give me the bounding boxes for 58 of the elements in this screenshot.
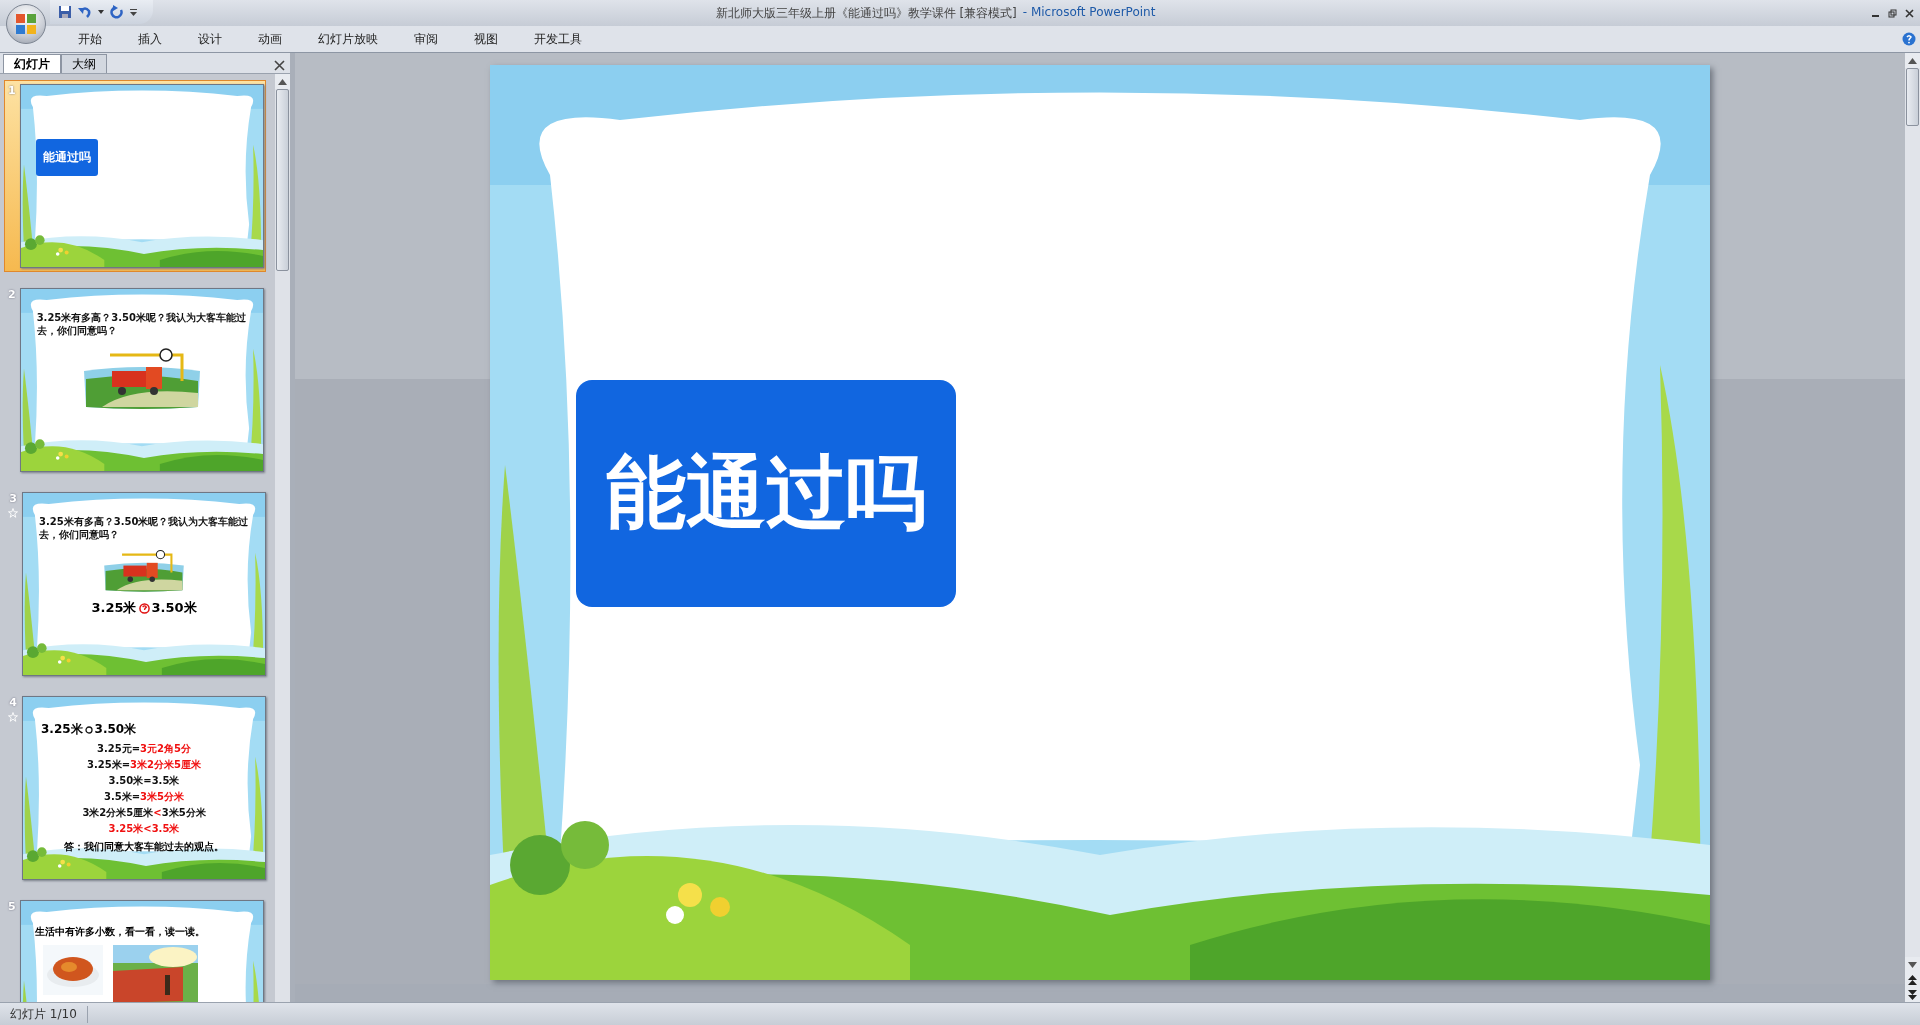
slide-position: 幻灯片 1/10 [0, 1005, 88, 1023]
slide-number: 4 [9, 696, 17, 709]
horizontal-scrollbar[interactable] [295, 984, 1905, 1002]
slide-title: 能通过吗 [42, 149, 91, 166]
close-button[interactable] [274, 60, 285, 71]
redo-icon[interactable] [110, 5, 124, 19]
app-name: - Microsoft PowerPoint [1022, 4, 1156, 21]
ribbon-tab[interactable]: 开始 [60, 27, 120, 51]
scrollbar[interactable] [1905, 53, 1920, 1002]
next-slide-icon[interactable] [1905, 987, 1920, 1002]
ribbon-tab[interactable]: 插入 [120, 27, 180, 51]
formula-line: 3米2分米5厘米<3米5分米 [82, 806, 206, 820]
length-text: 3.25米 [91, 599, 137, 617]
dropdown-caret-icon[interactable] [98, 10, 104, 14]
ribbon-tab[interactable]: 幻灯片放映 [300, 27, 396, 51]
help-icon[interactable] [1902, 32, 1916, 46]
customize-caret-icon[interactable] [130, 8, 137, 16]
formula-line: 3.25米<3.5米 [108, 822, 180, 836]
undo-icon[interactable] [78, 5, 92, 19]
previous-slide-icon[interactable] [1905, 972, 1920, 987]
ribbon-tab[interactable]: 开发工具 [516, 27, 600, 51]
logo [15, 13, 37, 35]
scroll-up-arrow-icon[interactable] [278, 78, 287, 85]
slide-title: 能通过吗 [606, 444, 926, 541]
ribbon-tab[interactable]: 动画 [240, 27, 300, 51]
panel-tab[interactable]: 幻灯片 [3, 54, 61, 73]
answer-text: 答：我们同意大客车能过去的观点。 [63, 840, 225, 854]
panel-tab[interactable]: 大纲 [61, 54, 107, 73]
scroll-down-arrow-icon[interactable] [1908, 961, 1917, 968]
scroll-thumb[interactable] [1906, 68, 1919, 126]
office-button[interactable] [6, 4, 46, 44]
save-icon[interactable] [58, 5, 72, 19]
slide-number: 1 [8, 84, 16, 97]
question-mark-icon [138, 602, 150, 614]
length-text: 3.50米 [151, 599, 197, 617]
formula-line: 3.25米=3米2分米5厘米 [87, 758, 201, 772]
length-text: 3.25米 [41, 721, 83, 738]
length-text: 3.50米 [94, 721, 137, 738]
scroll-thumb[interactable] [276, 89, 289, 271]
formula-line: 3.5米=3米5分米 [104, 790, 184, 804]
compare-circle-icon [84, 725, 93, 734]
ribbon-tab[interactable]: 设计 [180, 27, 240, 51]
close-icon[interactable] [1905, 8, 1914, 18]
question-text: 3.25米有多高？3.50米呢？我认为大客车能过去，你们同意吗？ [38, 515, 250, 541]
slide-number: 5 [8, 900, 16, 913]
ribbon-tab[interactable]: 审阅 [396, 27, 456, 51]
window-title: 新北师大版三年级上册《能通过吗》教学课件 [兼容模式] [715, 4, 1017, 22]
slide-number: 2 [8, 288, 16, 301]
restore-icon[interactable] [1888, 8, 1897, 18]
heading-text: 生活中有许多小数，看一看，读一读。 [33, 925, 206, 939]
scroll-up-arrow-icon[interactable] [1908, 57, 1917, 64]
scrollbar[interactable] [275, 74, 290, 1002]
slide-number: 3 [9, 492, 17, 505]
question-text: 3.25米有多高？3.50米呢？我认为大客车能过去，你们同意吗？ [35, 311, 247, 337]
ribbon-tab[interactable]: 视图 [456, 27, 516, 51]
formula-line: 3.50米=3.5米 [108, 774, 180, 788]
slide-thumbnail[interactable]: 1 能通过吗 [4, 80, 266, 272]
formula-line: 3.25元=3元2角5分 [97, 742, 191, 756]
